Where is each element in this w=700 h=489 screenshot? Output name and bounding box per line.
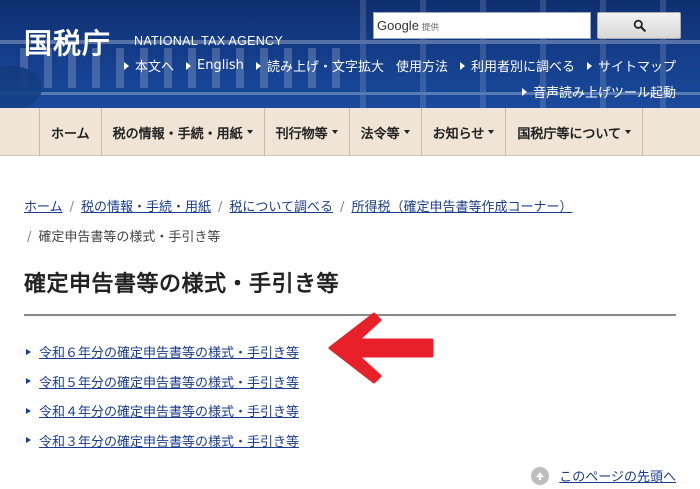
nav-label: 法令等 xyxy=(360,126,400,142)
site-logo-english: NATIONAL TAX AGENCY xyxy=(134,34,284,48)
voice-tool-row: 音声読み上げツール起動 xyxy=(510,82,676,101)
breadcrumb-separator: / xyxy=(27,230,32,245)
page-title: 確定申告書等の様式・手引き等 xyxy=(24,272,340,297)
nav-item-home[interactable]: ホーム xyxy=(40,108,102,156)
breadcrumb-link[interactable]: 税の情報・手続・用紙 xyxy=(81,200,211,215)
list-item: 令和５年分の確定申告書等の様式・手引き等 xyxy=(24,367,299,397)
arrow-up-circle-icon xyxy=(531,466,550,485)
back-to-top: このページの先頭へ xyxy=(531,466,676,485)
arrow-right-icon xyxy=(26,437,31,444)
usage-link[interactable]: 使用方法 xyxy=(396,56,448,75)
arrow-right-icon xyxy=(26,407,31,414)
breadcrumb-current: 確定申告書等の様式・手引き等 xyxy=(38,230,221,245)
arrow-right-icon xyxy=(255,61,261,70)
util-link-label: 利用者別に調べる xyxy=(470,60,575,75)
red-annotation-arrow-icon xyxy=(328,312,434,384)
search-provider-sub: 提供 xyxy=(421,22,439,32)
search-provider-brand: Google xyxy=(377,18,419,33)
read-aloud-zoom-link[interactable]: 読み上げ・文字拡大 xyxy=(255,56,384,75)
skip-to-content-link[interactable]: 本文へ xyxy=(123,56,174,75)
sitemap-link[interactable]: サイトマップ xyxy=(586,56,676,75)
voice-reader-link[interactable]: 音声読み上げツール起動 xyxy=(521,82,676,101)
arrow-right-icon xyxy=(26,348,31,355)
site-logo[interactable]: 国税庁 xyxy=(24,22,111,62)
breadcrumb-separator: / xyxy=(218,200,223,215)
util-link-label: 本文へ xyxy=(134,60,174,75)
list-item: 令和３年分の確定申告書等の様式・手引き等 xyxy=(24,426,299,456)
nav-item-publications[interactable]: 刊行物等 xyxy=(265,108,350,156)
utility-links: 本文へ English 読み上げ・文字拡大 使用方法 利用者別に調べる サイトマ… xyxy=(112,56,676,75)
breadcrumb: ホーム / 税の情報・手続・用紙 / 税について調べる / 所得税（確定申告書等作成コーナー… xyxy=(24,193,664,253)
arrow-right-icon xyxy=(459,61,465,70)
form-link-r5[interactable]: 令和５年分の確定申告書等の様式・手引き等 xyxy=(39,372,299,391)
arrow-right-icon xyxy=(123,61,129,70)
site-header: 国税庁 NATIONAL TAX AGENCY Google 提供 本文へ Eng… xyxy=(0,0,700,108)
breadcrumb-link[interactable]: 所得税（確定申告書等作成コーナー） xyxy=(351,200,572,215)
nav-label: 国税庁等について xyxy=(517,126,622,142)
nav-item-tax-info[interactable]: 税の情報・手続・用紙 xyxy=(102,108,265,156)
nav-item-news[interactable]: お知らせ xyxy=(422,108,507,156)
by-user-link[interactable]: 利用者別に調べる xyxy=(459,56,575,75)
util-link-label: 音声読み上げツール起動 xyxy=(532,86,676,101)
search-button[interactable] xyxy=(597,12,681,39)
search-provider-label: Google 提供 xyxy=(377,18,439,33)
form-year-list: 令和６年分の確定申告書等の様式・手引き等 令和５年分の確定申告書等の様式・手引き… xyxy=(24,337,299,455)
list-item: 令和４年分の確定申告書等の様式・手引き等 xyxy=(24,396,299,426)
form-link-r4[interactable]: 令和４年分の確定申告書等の様式・手引き等 xyxy=(39,401,299,420)
nav-item-about[interactable]: 国税庁等について xyxy=(506,108,644,156)
back-to-top-link[interactable]: このページの先頭へ xyxy=(559,466,676,485)
caret-down-icon xyxy=(246,130,253,134)
arrow-right-icon xyxy=(185,61,191,70)
breadcrumb-separator: / xyxy=(69,200,75,215)
form-link-r3[interactable]: 令和３年分の確定申告書等の様式・手引き等 xyxy=(39,431,299,450)
caret-down-icon xyxy=(331,130,338,134)
breadcrumb-link[interactable]: ホーム xyxy=(24,200,63,215)
search-icon xyxy=(633,19,646,32)
nav-item-laws[interactable]: 法令等 xyxy=(350,108,422,156)
english-link[interactable]: English xyxy=(185,58,244,73)
caret-down-icon xyxy=(403,130,410,134)
nav-label: ホーム xyxy=(51,126,90,142)
arrow-right-icon xyxy=(26,378,31,385)
form-link-r6[interactable]: 令和６年分の確定申告書等の様式・手引き等 xyxy=(39,342,299,361)
caret-down-icon xyxy=(488,130,495,134)
breadcrumb-link[interactable]: 税について調べる xyxy=(229,200,333,215)
util-link-label: 読み上げ・文字拡大 xyxy=(266,60,384,75)
util-link-label: English xyxy=(196,58,244,73)
arrow-right-icon xyxy=(586,61,592,70)
arrow-right-icon xyxy=(521,87,527,96)
global-nav: ホーム 税の情報・手続・用紙 刊行物等 法令等 お知らせ 国税庁等について xyxy=(0,108,700,156)
caret-down-icon xyxy=(625,130,632,134)
nav-label: 刊行物等 xyxy=(275,126,328,142)
search-input[interactable]: Google 提供 xyxy=(373,12,591,39)
list-item: 令和６年分の確定申告書等の様式・手引き等 xyxy=(24,337,299,367)
util-link-label: サイトマップ xyxy=(597,60,676,75)
breadcrumb-separator: / xyxy=(340,200,345,215)
nav-label: 税の情報・手続・用紙 xyxy=(112,126,243,142)
nav-label: お知らせ xyxy=(432,126,485,142)
